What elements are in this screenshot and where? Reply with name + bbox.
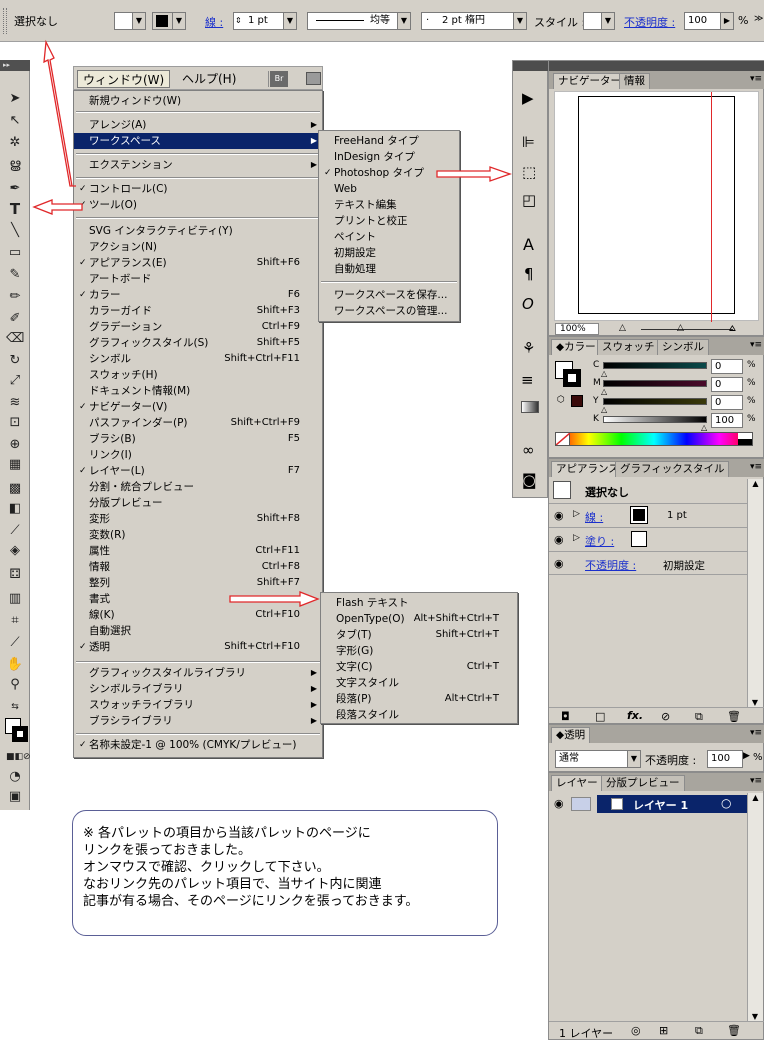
- arrow-to-type-submenu: [229, 591, 320, 607]
- arrow-to-control-bar: [43, 39, 76, 187]
- arrow-to-dock: [436, 166, 512, 182]
- note-box: ※ 各パレットの項目から当該パレットのページに リンクを張っておきました。 オン…: [72, 810, 498, 936]
- note-line: 記事が有る場合、そのページにリンクを張っておきます。: [83, 894, 419, 909]
- arrow-to-tools: [32, 199, 83, 215]
- note-line: リンクを張っておきました。: [83, 843, 251, 858]
- note-line: ※ 各パレットの項目から当該パレットのページに: [83, 826, 371, 841]
- note-line: オンマウスで確認、クリックして下さい。: [83, 860, 330, 875]
- note-line: なおリンク先のパレット項目で、当サイト内に関連: [83, 877, 382, 892]
